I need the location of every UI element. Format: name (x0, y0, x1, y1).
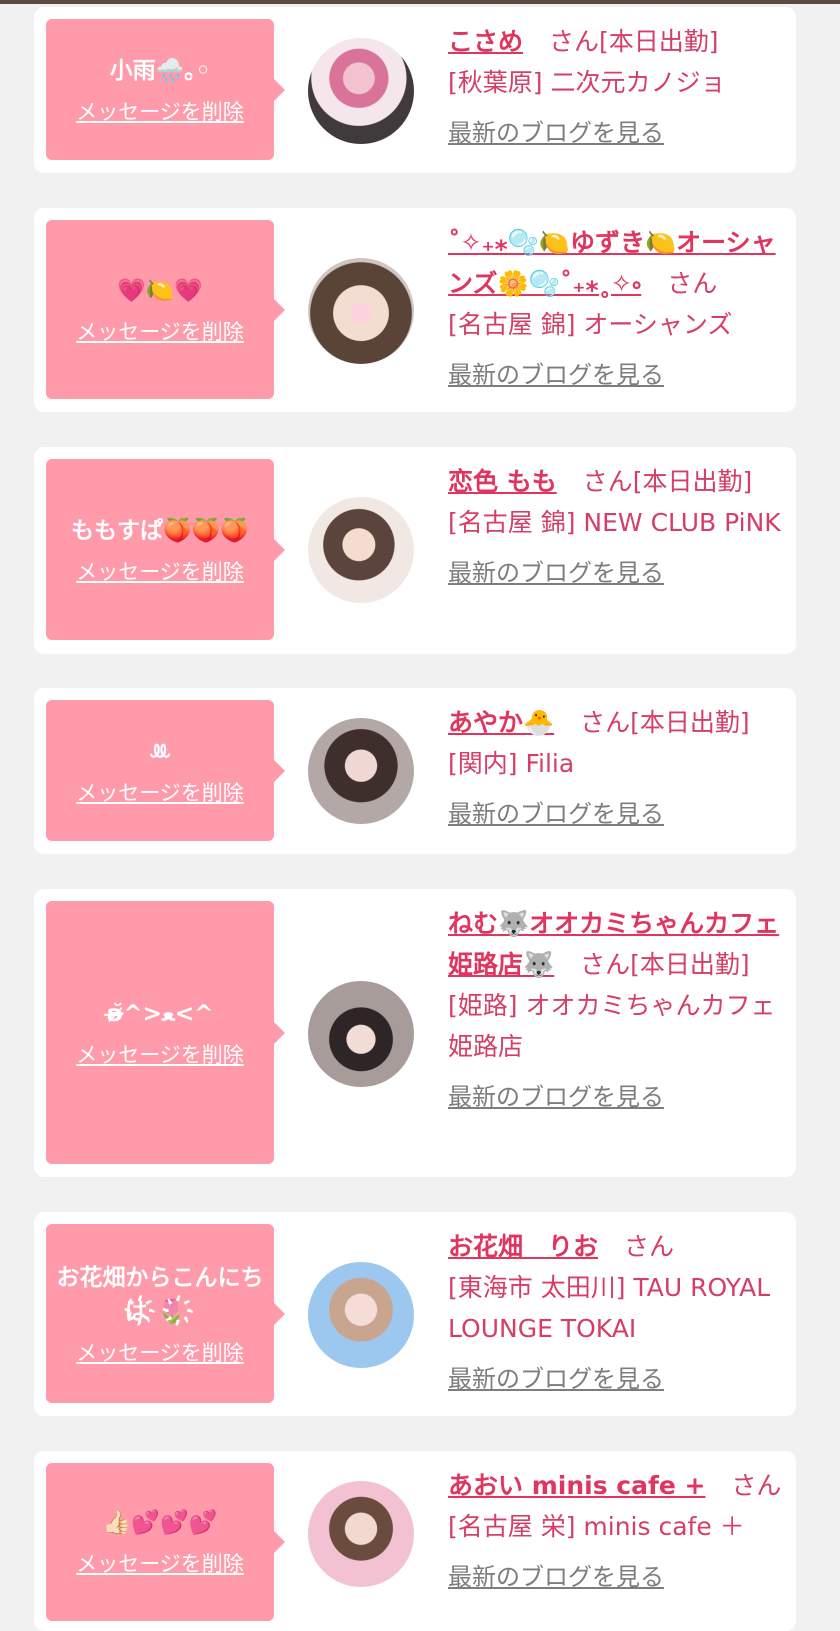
message-bubble: ももすぱ🍑🍑🍑 メッセージを削除 (46, 459, 285, 640)
shop-label: [秋葉原] 二次元カノジョ (448, 68, 726, 97)
latest-blog-link[interactable]: 最新のブログを見る (448, 794, 664, 835)
delete-message-link[interactable]: メッセージを削除 (76, 1041, 244, 1069)
honorific: さん (580, 950, 631, 979)
latest-blog-link[interactable]: 最新のブログを見る (448, 553, 664, 594)
message-text: 👍🏻💕💕💕 (102, 1510, 218, 1536)
cast-name-link[interactable]: あおい minis cafe + (448, 1471, 705, 1500)
latest-blog-link[interactable]: 最新のブログを見る (448, 113, 664, 154)
honorific: さん (582, 467, 633, 496)
shop-label: [名古屋 栄] minis cafe ＋ (448, 1512, 745, 1541)
favorite-card: 小雨🌧️｡◦ メッセージを削除 こさめ さん[本日出勤] [秋葉原] 二次元カノ… (34, 7, 796, 173)
message-text: ʚ̴̶̷̆^>ﻌ<^ (106, 1000, 214, 1027)
status-label: [本日出勤] (630, 950, 750, 979)
cast-name-link[interactable]: 恋色 もも (448, 467, 557, 496)
entry-info: ˚✧₊⁎🫧🍋ゆずき🍋オーシャンズ🌼🫧˚₊⁎˳✧༚ さん [名古屋 錦] オーシャ… (448, 222, 782, 396)
entry-info: 恋色 もも さん[本日出勤] [名古屋 錦] NEW CLUB PiNK 最新の… (448, 461, 782, 594)
shop-label: [名古屋 錦] NEW CLUB PiNK (448, 508, 781, 537)
delete-message-link[interactable]: メッセージを削除 (76, 98, 244, 126)
honorific: さん (580, 708, 631, 737)
honorific: さん (731, 1471, 782, 1500)
delete-message-link[interactable]: メッセージを削除 (76, 558, 244, 586)
message-bubble: お花畑からこんにちは҉🌷҉ メッセージを削除 (46, 1224, 285, 1403)
message-text: ももすぱ🍑🍑🍑 (71, 517, 249, 544)
favorite-card: お花畑からこんにちは҉🌷҉ メッセージを削除 お花畑 りお さん [東海市 太田… (34, 1212, 796, 1416)
avatar[interactable] (308, 38, 414, 144)
favorite-card: ももすぱ🍑🍑🍑 メッセージを削除 恋色 もも さん[本日出勤] [名古屋 錦] … (34, 447, 796, 654)
avatar[interactable] (308, 1262, 414, 1368)
avatar[interactable] (308, 497, 414, 603)
favorite-card: ꔛ‬ メッセージを削除 あやか🐣 さん[本日出勤] [関内] Filia 最新の… (34, 688, 796, 854)
status-label: [本日出勤] (632, 467, 753, 496)
latest-blog-link[interactable]: 最新のブログを見る (448, 1359, 664, 1400)
message-bubble: 👍🏻💕💕💕 メッセージを削除 (46, 1463, 285, 1621)
entry-info: ねむ🐺オオカミちゃんカフェ姫路店🐺 さん[本日出勤] [姫路] オオカミちゃんカ… (448, 903, 782, 1118)
shop-label: [東海市 太田川] TAU ROYAL LOUNGE TOKAI (448, 1273, 771, 1343)
message-text: お花畑からこんにちは҉🌷҉ (56, 1264, 264, 1325)
favorite-card: 👍🏻💕💕💕 メッセージを削除 あおい minis cafe + さん [名古屋 … (34, 1451, 796, 1631)
entry-info: あおい minis cafe + さん [名古屋 栄] minis cafe ＋… (448, 1465, 782, 1598)
avatar[interactable] (308, 258, 414, 364)
favorite-card: ʚ̴̶̷̆^>ﻌ<^ メッセージを削除 ねむ🐺オオカミちゃんカフェ姫路店🐺 さん… (34, 889, 796, 1177)
delete-message-link[interactable]: メッセージを削除 (76, 318, 244, 346)
favorite-card: 💗🍋💗 メッセージを削除 ˚✧₊⁎🫧🍋ゆずき🍋オーシャンズ🌼🫧˚₊⁎˳✧༚ さん… (34, 208, 796, 412)
latest-blog-link[interactable]: 最新のブログを見る (448, 355, 664, 396)
entry-info: あやか🐣 さん[本日出勤] [関内] Filia 最新のブログを見る (448, 702, 782, 835)
latest-blog-link[interactable]: 最新のブログを見る (448, 1077, 664, 1118)
top-bar (0, 0, 840, 4)
cast-name-link[interactable]: お花畑 りお (448, 1232, 598, 1261)
honorific: さん (623, 1232, 674, 1261)
shop-label: [名古屋 錦] オーシャンズ (448, 310, 733, 339)
message-text: ꔛ‬ (148, 738, 172, 765)
delete-message-link[interactable]: メッセージを削除 (76, 1550, 244, 1578)
message-bubble: 小雨🌧️｡◦ メッセージを削除 (46, 19, 285, 160)
cast-name-link[interactable]: こさめ (448, 27, 523, 56)
entry-info: こさめ さん[本日出勤] [秋葉原] 二次元カノジョ 最新のブログを見る (448, 21, 782, 154)
shop-label: [関内] Filia (448, 749, 575, 778)
avatar[interactable] (308, 718, 414, 824)
honorific: さん (548, 27, 599, 56)
avatar[interactable] (308, 981, 414, 1087)
shop-label: [姫路] オオカミちゃんカフェ姫路店 (448, 991, 776, 1061)
entry-info: お花畑 りお さん [東海市 太田川] TAU ROYAL LOUNGE TOK… (448, 1226, 782, 1400)
latest-blog-link[interactable]: 最新のブログを見る (448, 1557, 664, 1598)
avatar[interactable] (308, 1481, 414, 1587)
status-label: [本日出勤] (630, 708, 750, 737)
message-bubble: 💗🍋💗 メッセージを削除 (46, 220, 285, 399)
message-bubble: ʚ̴̶̷̆^>ﻌ<^ メッセージを削除 (46, 901, 285, 1164)
message-bubble: ꔛ‬ メッセージを削除 (46, 700, 285, 841)
delete-message-link[interactable]: メッセージを削除 (76, 779, 244, 807)
status-label: [本日出勤] (598, 27, 719, 56)
cast-name-link[interactable]: ˚✧₊⁎🫧🍋ゆずき🍋オーシャンズ🌼🫧˚₊⁎˳✧༚ (448, 228, 776, 298)
cast-name-link[interactable]: あやか🐣 (448, 708, 554, 737)
honorific: さん (667, 269, 718, 298)
delete-message-link[interactable]: メッセージを削除 (76, 1339, 244, 1367)
message-text: 小雨🌧️｡◦ (109, 57, 211, 84)
message-text: 💗🍋💗 (117, 277, 203, 304)
